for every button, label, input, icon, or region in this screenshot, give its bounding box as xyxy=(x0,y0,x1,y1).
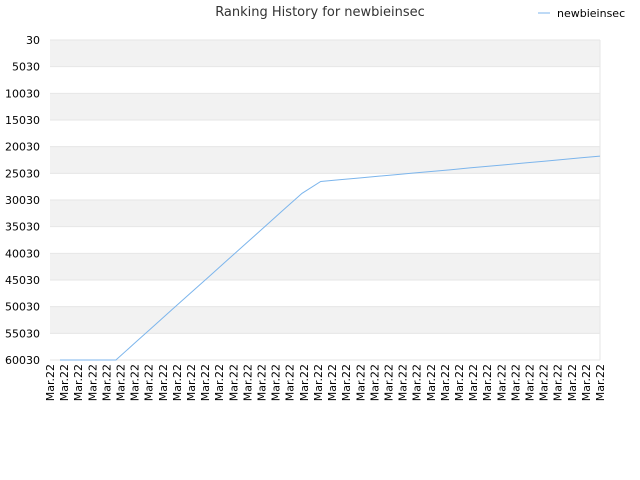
plot-band xyxy=(50,253,600,280)
x-tick-label: Mar.22 xyxy=(397,364,410,401)
x-tick-label: Mar.22 xyxy=(171,364,184,401)
x-tick-label: Mar.22 xyxy=(213,364,226,401)
y-tick-label: 50030 xyxy=(5,301,40,314)
x-tick-label: Mar.22 xyxy=(594,364,607,401)
x-tick-label: Mar.22 xyxy=(256,364,269,401)
x-tick-label: Mar.22 xyxy=(284,364,297,401)
x-tick-label: Mar.22 xyxy=(382,364,395,401)
plot-band xyxy=(50,173,600,200)
x-tick-label: Mar.22 xyxy=(580,364,593,401)
x-tick-label: Mar.22 xyxy=(227,364,240,401)
legend: newbieinsec xyxy=(538,7,625,20)
y-tick-label: 30 xyxy=(26,34,40,47)
x-tick-label: Mar.22 xyxy=(566,364,579,401)
y-tick-label: 45030 xyxy=(5,274,40,287)
x-tick-label: Mar.22 xyxy=(481,364,494,401)
legend-label: newbieinsec xyxy=(557,7,625,20)
x-tick-label: Mar.22 xyxy=(199,364,212,401)
x-tick-label: Mar.22 xyxy=(552,364,565,401)
y-tick-label: 15030 xyxy=(5,114,40,127)
x-tick-label: Mar.22 xyxy=(298,364,311,401)
plot-band xyxy=(50,200,600,227)
x-tick-label: Mar.22 xyxy=(44,364,57,401)
chart-title: Ranking History for newbieinsec xyxy=(215,5,425,20)
x-tick-label: Mar.22 xyxy=(495,364,508,401)
plot-band xyxy=(50,280,600,307)
plot-band xyxy=(50,40,600,67)
x-tick-label: Mar.22 xyxy=(157,364,170,401)
y-tick-label: 10030 xyxy=(5,87,40,100)
x-tick-label: Mar.22 xyxy=(425,364,438,401)
x-tick-label: Mar.22 xyxy=(368,364,381,401)
y-axis: 30 5030 10030 15030 20030 25030 30030 35030 4003… xyxy=(5,34,40,367)
y-tick-label: 20030 xyxy=(5,141,40,154)
y-tick-label: 55030 xyxy=(5,327,40,340)
x-tick-label: Mar.22 xyxy=(453,364,466,401)
plot-band xyxy=(50,120,600,147)
plot-band xyxy=(50,66,600,94)
plot-band xyxy=(50,226,600,254)
plot-band xyxy=(50,146,600,174)
x-tick-label: Mar.22 xyxy=(185,364,198,401)
x-tick-label: Mar.22 xyxy=(143,364,156,401)
y-tick-label: 60030 xyxy=(5,354,40,367)
plot-band xyxy=(50,306,600,334)
x-tick-label: Mar.22 xyxy=(509,364,522,401)
y-tick-label: 40030 xyxy=(5,247,40,260)
x-tick-label: Mar.22 xyxy=(100,364,113,401)
x-tick-label: Mar.22 xyxy=(340,364,353,401)
x-tick-label: Mar.22 xyxy=(354,364,367,401)
x-tick-label: Mar.22 xyxy=(129,364,142,401)
x-axis: Mar.22 Mar.22 Mar.22 Mar.22 Mar.22 Mar.22 Mar.… xyxy=(44,364,607,401)
x-tick-label: Mar.22 xyxy=(538,364,551,401)
x-tick-label: Mar.22 xyxy=(439,364,452,401)
ranking-chart: 30 5030 10030 15030 20030 25030 30030 35030 4003… xyxy=(5,5,625,401)
x-tick-label: Mar.22 xyxy=(270,364,283,401)
x-tick-label: Mar.22 xyxy=(72,364,85,401)
x-tick-label: Mar.22 xyxy=(115,364,128,401)
plot-band xyxy=(50,333,600,360)
x-tick-label: Mar.22 xyxy=(467,364,480,401)
x-tick-label: Mar.22 xyxy=(326,364,339,401)
x-tick-label: Mar.22 xyxy=(411,364,424,401)
x-tick-label: Mar.22 xyxy=(523,364,536,401)
plot-band xyxy=(50,93,600,120)
x-tick-label: Mar.22 xyxy=(58,364,71,401)
y-tick-label: 30030 xyxy=(5,194,40,207)
x-tick-label: Mar.22 xyxy=(86,364,99,401)
y-tick-label: 35030 xyxy=(5,221,40,234)
x-tick-label: Mar.22 xyxy=(241,364,254,401)
x-tick-label: Mar.22 xyxy=(312,364,325,401)
y-tick-label: 5030 xyxy=(12,61,40,74)
y-tick-label: 25030 xyxy=(5,167,40,180)
